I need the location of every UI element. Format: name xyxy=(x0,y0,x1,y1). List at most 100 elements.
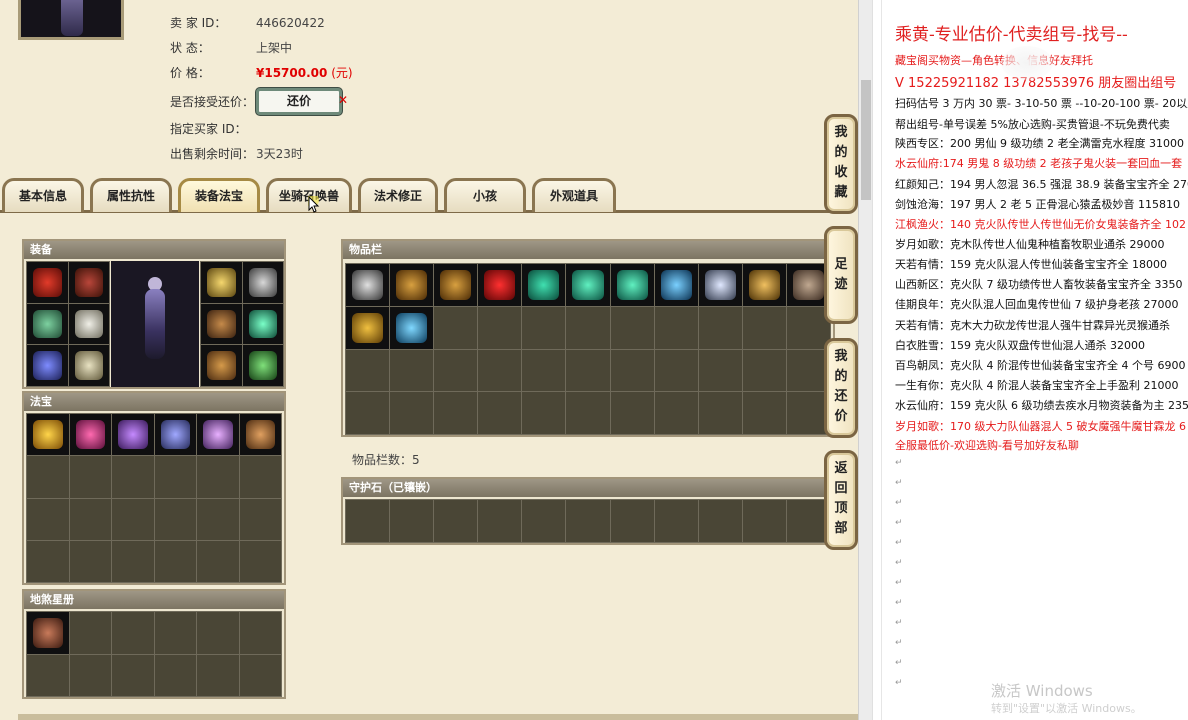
empty-slot[interactable] xyxy=(112,456,154,498)
back-to-top-button[interactable]: 返回顶部 xyxy=(824,450,858,550)
inventory-slot[interactable] xyxy=(698,264,742,306)
empty-slot[interactable] xyxy=(239,654,281,696)
equip-slot[interactable] xyxy=(201,303,242,345)
equip-slot[interactable] xyxy=(68,303,109,345)
inventory-slot[interactable] xyxy=(522,264,566,306)
empty-slot[interactable] xyxy=(434,349,478,392)
empty-slot[interactable] xyxy=(69,654,111,696)
tab-equipment[interactable]: 装备法宝 xyxy=(178,178,260,212)
empty-slot[interactable] xyxy=(742,500,786,542)
equip-slot[interactable] xyxy=(27,262,68,303)
equip-slot[interactable] xyxy=(68,345,109,386)
counter-offer-button[interactable]: 还价 xyxy=(256,88,342,115)
empty-slot[interactable] xyxy=(239,456,281,498)
empty-slot[interactable] xyxy=(346,392,390,434)
empty-slot[interactable] xyxy=(434,500,478,542)
empty-slot[interactable] xyxy=(69,612,111,654)
empty-slot[interactable] xyxy=(27,654,69,696)
empty-slot[interactable] xyxy=(239,498,281,540)
empty-slot[interactable] xyxy=(698,306,742,349)
empty-slot[interactable] xyxy=(112,654,154,696)
empty-slot[interactable] xyxy=(197,540,239,582)
empty-slot[interactable] xyxy=(112,612,154,654)
equip-slot[interactable] xyxy=(27,303,68,345)
empty-slot[interactable] xyxy=(239,612,281,654)
empty-slot[interactable] xyxy=(69,498,111,540)
empty-slot[interactable] xyxy=(154,540,196,582)
treasure-slot[interactable] xyxy=(239,414,281,456)
tab-appearance[interactable]: 外观道具 xyxy=(532,178,616,212)
tab-attributes[interactable]: 属性抗性 xyxy=(90,178,172,212)
empty-slot[interactable] xyxy=(742,349,786,392)
my-offers-button[interactable]: 我的还价 xyxy=(824,338,858,438)
empty-slot[interactable] xyxy=(346,500,390,542)
empty-slot[interactable] xyxy=(154,456,196,498)
inventory-slot[interactable] xyxy=(742,264,786,306)
empty-slot[interactable] xyxy=(478,500,522,542)
inventory-slot[interactable] xyxy=(346,306,390,349)
treasure-slot[interactable] xyxy=(154,414,196,456)
empty-slot[interactable] xyxy=(154,612,196,654)
close-icon[interactable]: ✕ xyxy=(338,94,348,106)
empty-slot[interactable] xyxy=(27,540,69,582)
empty-slot[interactable] xyxy=(522,392,566,434)
empty-slot[interactable] xyxy=(610,500,654,542)
empty-slot[interactable] xyxy=(566,306,610,349)
empty-slot[interactable] xyxy=(742,306,786,349)
empty-slot[interactable] xyxy=(566,349,610,392)
empty-slot[interactable] xyxy=(346,349,390,392)
equip-slot[interactable] xyxy=(242,345,283,386)
empty-slot[interactable] xyxy=(434,306,478,349)
my-favorites-button[interactable]: 我的收藏 xyxy=(824,114,858,214)
equip-slot[interactable] xyxy=(201,262,242,303)
empty-slot[interactable] xyxy=(654,500,698,542)
tab-basic-info[interactable]: 基本信息 xyxy=(2,178,84,212)
empty-slot[interactable] xyxy=(154,654,196,696)
treasure-slot[interactable] xyxy=(27,414,69,456)
empty-slot[interactable] xyxy=(390,392,434,434)
empty-slot[interactable] xyxy=(566,500,610,542)
equip-slot[interactable] xyxy=(242,303,283,345)
treasure-slot[interactable] xyxy=(197,414,239,456)
empty-slot[interactable] xyxy=(522,500,566,542)
empty-slot[interactable] xyxy=(27,456,69,498)
empty-slot[interactable] xyxy=(522,349,566,392)
equip-slot[interactable] xyxy=(242,262,283,303)
empty-slot[interactable] xyxy=(390,500,434,542)
inventory-slot[interactable] xyxy=(610,264,654,306)
equip-slot[interactable] xyxy=(201,345,242,386)
inventory-slot[interactable] xyxy=(654,264,698,306)
empty-slot[interactable] xyxy=(27,498,69,540)
empty-slot[interactable] xyxy=(478,392,522,434)
empty-slot[interactable] xyxy=(610,349,654,392)
empty-slot[interactable] xyxy=(610,392,654,434)
tab-spell-modifiers[interactable]: 法术修正 xyxy=(358,178,438,212)
empty-slot[interactable] xyxy=(239,540,281,582)
tab-children[interactable]: 小孩 xyxy=(444,178,526,212)
empty-slot[interactable] xyxy=(197,612,239,654)
empty-slot[interactable] xyxy=(610,306,654,349)
treasure-slot[interactable] xyxy=(112,414,154,456)
empty-slot[interactable] xyxy=(698,349,742,392)
inventory-slot[interactable] xyxy=(566,264,610,306)
empty-slot[interactable] xyxy=(197,654,239,696)
empty-slot[interactable] xyxy=(654,349,698,392)
footprint-button[interactable]: 足迹 xyxy=(824,226,858,324)
page-scrollbar[interactable] xyxy=(858,0,872,720)
equip-slot[interactable] xyxy=(68,262,109,303)
equip-slot[interactable] xyxy=(27,345,68,386)
empty-slot[interactable] xyxy=(112,540,154,582)
empty-slot[interactable] xyxy=(112,498,154,540)
empty-slot[interactable] xyxy=(654,392,698,434)
star-book-slot[interactable] xyxy=(27,612,69,654)
empty-slot[interactable] xyxy=(566,392,610,434)
empty-slot[interactable] xyxy=(69,540,111,582)
empty-slot[interactable] xyxy=(742,392,786,434)
empty-slot[interactable] xyxy=(197,456,239,498)
inventory-slot[interactable] xyxy=(390,264,434,306)
empty-slot[interactable] xyxy=(698,392,742,434)
empty-slot[interactable] xyxy=(522,306,566,349)
empty-slot[interactable] xyxy=(197,498,239,540)
scrollbar-thumb[interactable] xyxy=(861,80,871,200)
empty-slot[interactable] xyxy=(69,456,111,498)
